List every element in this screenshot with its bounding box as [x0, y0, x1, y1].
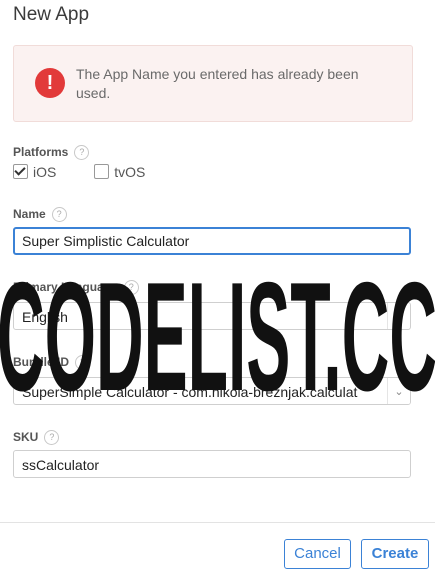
primary-language-select[interactable]: English ⌄: [13, 302, 411, 330]
sku-input[interactable]: ssCalculator: [13, 450, 411, 478]
primary-language-value: English: [22, 309, 68, 325]
bundle-id-label: Bundle ID?: [13, 355, 90, 371]
cancel-button[interactable]: Cancel: [284, 539, 351, 569]
platforms-label: Platforms?: [13, 145, 90, 161]
tvos-checkbox[interactable]: [94, 164, 110, 179]
watermark: CODELIST.CC: [0, 250, 435, 420]
error-message: The App Name you entered has already bee…: [76, 66, 359, 101]
help-icon[interactable]: ?: [75, 355, 90, 371]
ios-label: iOS: [33, 164, 57, 180]
primary-language-label-text: Primary Language: [13, 280, 118, 294]
help-icon[interactable]: ?: [44, 430, 60, 446]
bundle-id-label-text: Bundle ID: [13, 355, 69, 369]
primary-language-label: Primary Language?: [13, 280, 139, 296]
error-icon: !: [35, 68, 65, 98]
bundle-id-value: SuperSimple Calculator - com.nikola-brez…: [22, 384, 358, 400]
error-alert: ! The App Name you entered has already b…: [13, 45, 413, 122]
platforms-label-text: Platforms: [13, 145, 69, 159]
help-icon[interactable]: ?: [51, 207, 67, 223]
chevron-down-icon: ⌄: [387, 303, 410, 329]
dialog-title: New App: [13, 4, 90, 25]
name-input[interactable]: Super Simplistic Calculator: [13, 227, 411, 255]
tvos-label: tvOS: [114, 164, 146, 180]
platform-tvos[interactable]: tvOS: [94, 164, 145, 180]
footer-divider: [0, 522, 435, 523]
name-label-text: Name: [13, 207, 46, 221]
chevron-down-icon: ⌄: [387, 378, 410, 404]
help-icon[interactable]: ?: [123, 280, 139, 296]
sku-label-text: SKU: [13, 430, 39, 444]
name-label: Name?: [13, 207, 67, 223]
sku-label: SKU?: [13, 430, 60, 446]
help-icon[interactable]: ?: [74, 145, 90, 161]
ios-checkbox[interactable]: [13, 164, 28, 179]
bundle-id-select[interactable]: SuperSimple Calculator - com.nikola-brez…: [13, 377, 411, 405]
platforms-options: iOS tvOS: [13, 164, 179, 180]
platform-ios[interactable]: iOS: [13, 164, 56, 180]
create-button[interactable]: Create: [361, 539, 429, 569]
